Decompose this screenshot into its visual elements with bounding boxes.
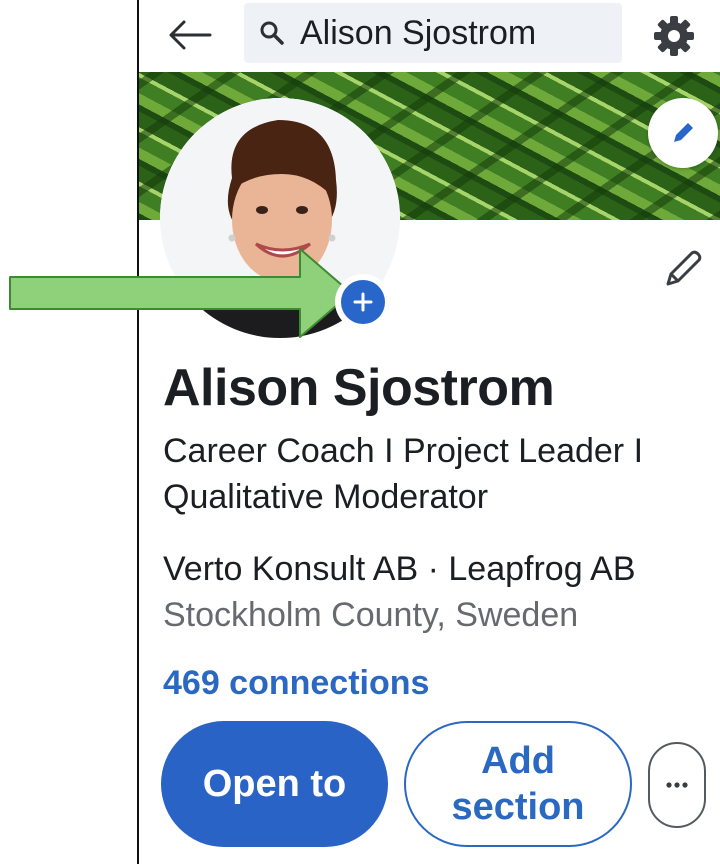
connections-link[interactable]: 469 connections bbox=[163, 664, 429, 703]
open-to-button[interactable]: Open to bbox=[161, 721, 388, 847]
search-bar[interactable]: Alison Sjostrom bbox=[244, 3, 622, 63]
add-section-label: Add section bbox=[451, 740, 585, 828]
more-actions-button[interactable] bbox=[648, 742, 706, 828]
profile-headline: Career Coach I Project Leader I Qualitat… bbox=[163, 432, 644, 516]
search-icon bbox=[260, 21, 284, 45]
pencil-icon bbox=[674, 123, 693, 142]
plus-icon bbox=[353, 292, 373, 312]
profile-name: Alison Sjostrom bbox=[163, 359, 555, 417]
edit-intro-button[interactable] bbox=[660, 246, 706, 292]
edit-banner-button[interactable] bbox=[648, 98, 718, 168]
gear-icon bbox=[654, 16, 694, 56]
profile-location: Stockholm County, Sweden bbox=[163, 596, 579, 634]
settings-button[interactable] bbox=[652, 14, 696, 58]
profile-company: Verto Konsult AB · Leapfrog AB bbox=[163, 550, 636, 588]
ellipsis-icon bbox=[666, 782, 688, 788]
arrow-left-icon bbox=[169, 20, 212, 50]
add-section-button[interactable]: Add section bbox=[404, 721, 632, 847]
pencil-icon bbox=[666, 250, 702, 286]
back-button[interactable] bbox=[166, 14, 214, 56]
green-arrow-icon bbox=[9, 248, 352, 338]
search-query[interactable]: Alison Sjostrom bbox=[300, 14, 536, 53]
add-photo-button[interactable] bbox=[335, 274, 391, 330]
